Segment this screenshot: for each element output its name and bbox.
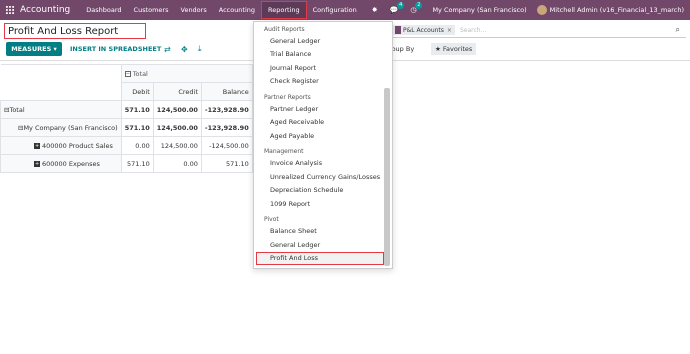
menu-item-partner-ledger[interactable]: Partner Ledger: [254, 102, 392, 116]
menu-accounting[interactable]: Accounting: [213, 0, 261, 20]
measures-label: MEASURES: [11, 45, 52, 53]
search-icon[interactable]: ⌕: [676, 25, 680, 35]
menu-vendors[interactable]: Vendors: [175, 0, 213, 20]
section-header-partner: Partner Reports: [264, 93, 311, 101]
apps-grid-icon[interactable]: [3, 0, 17, 20]
search-input[interactable]: Search...: [460, 27, 486, 34]
cell-debit[interactable]: 0.00: [120, 136, 154, 155]
row-header-expenses[interactable]: +600000 Expenses: [0, 154, 122, 173]
table-row: ⊟My Company (San Francisco) 571.10 124,5…: [0, 118, 253, 137]
cell-credit[interactable]: 124,500.00: [152, 118, 202, 137]
cell-credit[interactable]: 124,500.00: [152, 136, 202, 155]
cell-debit[interactable]: 571.10: [120, 154, 154, 173]
menu-item-aged-receivable[interactable]: Aged Receivable: [254, 116, 392, 130]
menu-item-pivot-general-ledger[interactable]: General Ledger: [254, 238, 392, 252]
menu-item-profit-and-loss[interactable]: Profit And Loss: [256, 251, 384, 265]
expand-icon: +: [34, 142, 40, 149]
messages-icon[interactable]: 💬 4: [390, 2, 405, 14]
row-label: 400000 Product Sales: [42, 141, 113, 150]
row-header-total[interactable]: ⊟Total: [0, 100, 122, 119]
pivot-table: − Total Debit Credit Balance ⊟Total 571.1…: [0, 64, 253, 173]
favorites-button[interactable]: ★ Favorites: [431, 43, 477, 55]
cell-balance[interactable]: -123,928.90: [200, 100, 253, 119]
reporting-dropdown: Audit Reports General Ledger Trial Balan…: [253, 21, 393, 269]
filter-icon: [395, 26, 401, 34]
activity-icon[interactable]: ◷ 2: [410, 2, 423, 14]
favorites-label: Favorites: [442, 45, 473, 53]
menu-item-aged-payable[interactable]: Aged Payable: [254, 129, 392, 143]
row-label: Total: [9, 105, 25, 114]
table-row: ⊟Total 571.10 124,500.00 -123,928.90: [0, 100, 253, 119]
row-label: My Company (San Francisco): [23, 123, 118, 132]
measures-button[interactable]: MEASURES ▾: [6, 42, 62, 56]
row-header-company[interactable]: ⊟My Company (San Francisco): [0, 118, 122, 137]
user-menu[interactable]: Mitchell Admin (v16_Financial_13_march): [550, 6, 684, 14]
row-label: 600000 Expenses: [42, 159, 100, 168]
menu-item-trial-balance[interactable]: Trial Balance: [254, 48, 392, 62]
section-header-pivot: Pivot: [264, 216, 279, 223]
flip-axis-icon[interactable]: ⇄: [164, 42, 171, 56]
measure-header-balance[interactable]: Balance: [200, 82, 253, 101]
row-header-product-sales[interactable]: +400000 Product Sales: [0, 136, 122, 155]
app-name[interactable]: Accounting: [20, 5, 70, 15]
cell-debit[interactable]: 571.10: [120, 100, 154, 119]
page-title: Profit And Loss Report: [4, 23, 146, 39]
menu-item-general-ledger[interactable]: General Ledger: [254, 34, 392, 48]
menu-item-invoice-analysis[interactable]: Invoice Analysis: [254, 157, 392, 171]
menu-dashboard[interactable]: Dashboard: [80, 0, 127, 20]
cell-credit[interactable]: 0.00: [152, 154, 202, 173]
collapse-icon: −: [124, 70, 131, 77]
col-group-header[interactable]: − Total: [120, 64, 253, 83]
cell-credit[interactable]: 124,500.00: [152, 100, 202, 119]
menu-item-depreciation[interactable]: Depreciation Schedule: [254, 184, 392, 198]
cell-balance[interactable]: -124,500.00: [200, 136, 253, 155]
cell-balance[interactable]: 571.10: [200, 154, 253, 173]
search-facet[interactable]: P&L Accounts ×: [392, 25, 455, 35]
table-row: +600000 Expenses 571.10 0.00 571.10: [0, 154, 253, 173]
remove-facet-icon[interactable]: ×: [447, 27, 452, 34]
measure-header-credit[interactable]: Credit: [152, 82, 202, 101]
expand-icon: +: [34, 160, 40, 167]
top-navbar: Accounting Dashboard Customers Vendors A…: [0, 0, 690, 20]
caret-down-icon: ▾: [53, 45, 57, 53]
menu-configuration[interactable]: Configuration: [307, 0, 363, 20]
cell-debit[interactable]: 571.10: [120, 118, 154, 137]
measure-header-debit[interactable]: Debit: [120, 82, 154, 101]
col-group-label: Total: [132, 69, 148, 78]
menu-item-check-register[interactable]: Check Register: [254, 75, 392, 89]
menu-item-journal-report[interactable]: Journal Report: [254, 61, 392, 75]
menu-customers[interactable]: Customers: [128, 0, 175, 20]
menu-item-balance-sheet[interactable]: Balance Sheet: [254, 225, 392, 239]
menu-item-unrealized-gains[interactable]: Unrealized Currency Gains/Losses: [254, 170, 392, 184]
bug-icon[interactable]: ✸: [372, 6, 378, 14]
search-bar[interactable]: P&L Accounts × Search... ⌕: [390, 23, 686, 38]
download-icon[interactable]: ⤓: [198, 42, 202, 56]
messages-badge: 4: [397, 2, 405, 9]
star-icon: ★: [435, 45, 443, 53]
pivot-corner: [0, 64, 122, 101]
menu-item-1099-report[interactable]: 1099 Report: [254, 197, 392, 211]
insert-spreadsheet-button[interactable]: INSERT IN SPREADSHEET: [70, 42, 161, 56]
user-avatar[interactable]: [536, 5, 547, 15]
dropdown-scrollbar[interactable]: [384, 88, 390, 266]
facet-label: P&L Accounts: [403, 26, 444, 34]
cell-balance[interactable]: -123,928.90: [200, 118, 253, 137]
company-switcher[interactable]: My Company (San Francisco): [432, 6, 526, 14]
expand-all-icon[interactable]: ✥: [181, 42, 188, 56]
section-header-management: Management: [264, 148, 304, 155]
section-header-audit: Audit Reports: [264, 25, 305, 33]
menu-reporting[interactable]: Reporting: [261, 1, 307, 19]
table-row: +400000 Product Sales 0.00 124,500.00 -1…: [0, 136, 253, 155]
activity-badge: 2: [415, 2, 423, 9]
